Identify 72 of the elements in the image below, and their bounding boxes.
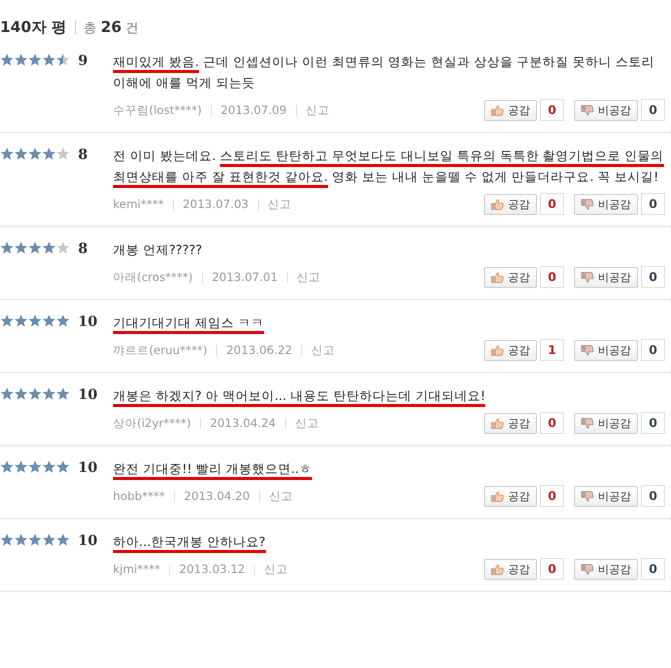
thumbs-up-icon [491, 198, 504, 210]
post-date: 2013.06.22 [226, 343, 292, 357]
comment-text: 재미있게 봤음. 근데 인셉션이나 이런 최면류의 영화는 현실과 상상을 구분하질 못하니 스토리 이해에 애를 먹게 되는듯 [113, 53, 656, 92]
thumbs-up-icon [491, 104, 504, 116]
score: 10 [78, 460, 98, 476]
section-title: 140자 평 [0, 18, 67, 37]
dislike-count: 0 [641, 266, 665, 288]
like-button[interactable]: 공감 [484, 100, 537, 120]
comment-text: 완전 기대중!! 빨리 개봉했으면..ㅎ [113, 458, 665, 479]
post-date: 2013.04.24 [210, 416, 276, 430]
like-count: 0 [540, 412, 564, 434]
like-count: 1 [540, 339, 564, 361]
author-name: 상아(i2yr****) [113, 416, 192, 430]
dislike-button[interactable]: 비공감 [574, 194, 638, 214]
like-button[interactable]: 공감 [484, 194, 537, 214]
author-name: 수꾸림(lost****) [113, 102, 202, 118]
like-button[interactable]: 공감 [484, 412, 537, 434]
like-button[interactable]: 공감 [484, 558, 537, 580]
total-count: 총 26 건 [84, 18, 139, 37]
comment-text: 전 이미 봤는데요. 스토리도 탄탄하고 무엇보다도 대니보일 특유의 독특한 촬영기법으로 인물의 최면상태를 아주 잘 표현한것 같아요. 영화 보는 내내 눈을뗄 수 없게 만들더라구요. 꼭 보시길! [113, 145, 665, 187]
author-name: 꺄르르(eruu****) [113, 342, 208, 358]
thumbs-up-icon [491, 490, 504, 502]
like-button[interactable]: 공감 [484, 266, 537, 288]
dislike-count: 0 [641, 558, 665, 580]
thumbs-down-icon [581, 272, 594, 282]
like-count: 0 [540, 266, 564, 288]
author-name: hobb**** [113, 489, 165, 503]
like-button[interactable]: 공감 [484, 340, 537, 360]
post-date: 2013.07.09 [220, 103, 287, 117]
thumbs-up-icon [491, 564, 504, 574]
dislike-button[interactable]: 비공감 [574, 266, 638, 288]
author-name: kjmi**** [113, 562, 160, 576]
like-button[interactable]: 공감 [484, 486, 537, 506]
comment-text: 하아...한국개봉 안하나요? [113, 531, 665, 552]
author-name: kemi**** [113, 197, 164, 211]
dislike-button[interactable]: 비공감 [574, 558, 638, 580]
thumbs-down-icon [581, 490, 594, 502]
author-name: 아래(cros****) [113, 270, 193, 284]
thumbs-down-icon [581, 198, 594, 210]
like-count: 0 [540, 99, 564, 121]
comment-text: 개봉은 하겠지? 아 맥어보이... 내용도 탄탄하다는데 기대되네요! [113, 385, 665, 406]
dislike-button[interactable]: 비공감 [574, 412, 638, 434]
score: 10 [78, 314, 98, 330]
thumbs-down-icon [581, 344, 594, 356]
score: 9 [78, 53, 88, 69]
thumbs-up-icon [491, 418, 504, 428]
score: 10 [78, 387, 98, 403]
score: 8 [78, 147, 88, 163]
dislike-count: 0 [641, 339, 665, 361]
post-date: 2013.07.03 [182, 197, 249, 211]
dislike-count: 0 [641, 485, 665, 507]
post-date: 2013.03.12 [179, 562, 246, 576]
thumbs-down-icon [581, 104, 594, 116]
post-date: 2013.07.01 [212, 270, 278, 284]
thumbs-down-icon [581, 418, 594, 428]
dislike-button[interactable]: 비공감 [574, 486, 638, 506]
thumbs-up-icon [491, 272, 504, 282]
thumbs-down-icon [581, 564, 594, 574]
dislike-button[interactable]: 비공감 [574, 100, 638, 120]
thumbs-up-icon [491, 344, 504, 356]
score: 10 [78, 533, 98, 549]
dislike-count: 0 [641, 412, 665, 434]
like-count: 0 [540, 558, 564, 580]
score: 8 [78, 241, 88, 257]
post-date: 2013.04.20 [184, 489, 250, 503]
dislike-count: 0 [641, 99, 665, 121]
dislike-count: 0 [641, 193, 665, 215]
comment-text: 기대기대기대 제임스 ㅋㅋ [113, 312, 665, 333]
dislike-button[interactable]: 비공감 [574, 340, 638, 360]
comment-text: 개봉 언제????? [113, 241, 204, 259]
like-count: 0 [540, 193, 564, 215]
like-count: 0 [540, 485, 564, 507]
